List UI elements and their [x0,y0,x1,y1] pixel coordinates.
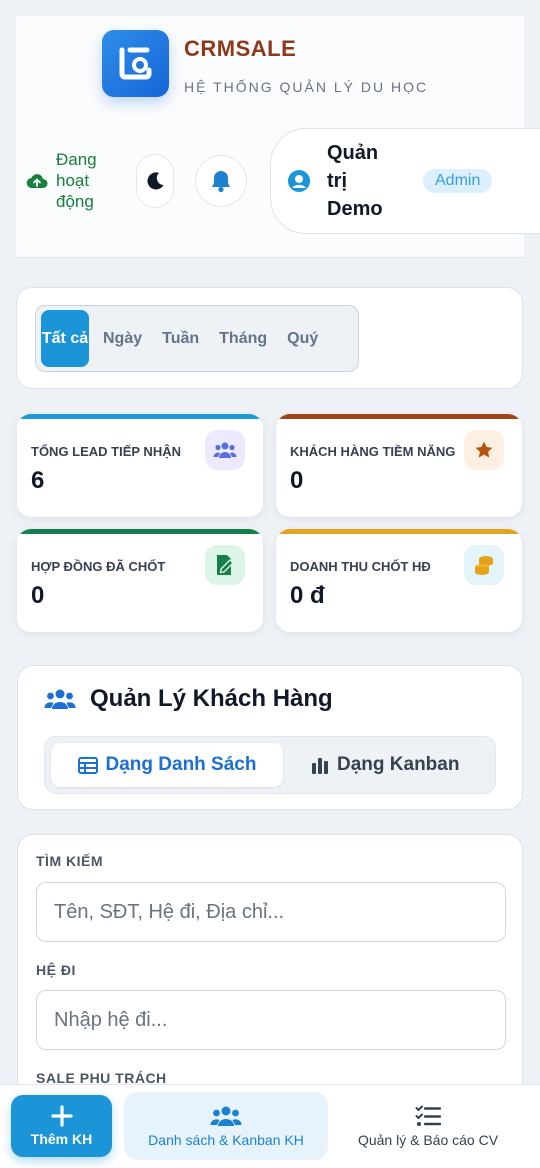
status-text: Đang hoạt động [56,150,97,211]
kanban-view-button[interactable]: Dạng Kanban [311,743,459,787]
search-input[interactable] [36,882,506,942]
bar-chart-icon [312,757,328,774]
checklist-icon [415,1105,441,1126]
stat-revenue: DOANH THU CHỐT HĐ 0 đ [276,529,522,632]
customer-management-card: Quản Lý Khách Hàng Dạng Danh Sách Dạng K… [17,665,523,810]
contract-icon [205,545,245,585]
stat-label: TỔNG LEAD TIẾP NHẬN [31,444,181,459]
time-filter-card: Tất cả Ngày Tuần Tháng Quý [16,287,523,389]
tab-quarter[interactable]: Quý [277,330,328,348]
brand-name: CRMSALE [184,36,297,61]
user-circle-icon [288,170,310,192]
study-system-input[interactable] [36,990,506,1050]
bottom-navigation: Thêm KH Danh sách & Kanban KH Quản lý & … [0,1084,540,1168]
plus-icon [50,1105,73,1127]
kanban-view-label: Dạng Kanban [337,754,460,775]
stat-potential-customers: KHÁCH HÀNG TIỀM NĂNG 0 [276,414,522,517]
stat-label: KHÁCH HÀNG TIỀM NĂNG [290,444,456,459]
users-icon [44,689,76,709]
nav-customer-list-label: Danh sách & Kanban KH [148,1131,304,1148]
app-header: CRMSALE HỆ THỐNG QUẢN LÝ DU HỌC Đang hoạ… [16,16,540,258]
nav-reports[interactable]: Quản lý & Báo cáo CV [340,1092,516,1160]
user-profile-card[interactable]: Quản trị Demo Admin [270,128,540,234]
tab-all[interactable]: Tất cả [41,310,89,367]
add-customer-button[interactable]: Thêm KH [11,1095,112,1157]
section-title: Quản Lý Khách Hàng [90,685,333,712]
list-view-label: Dạng Danh Sách [105,754,257,775]
time-filter-tabs: Tất cả Ngày Tuần Tháng Quý [35,305,359,372]
star-icon [464,430,504,470]
bell-icon [212,171,230,193]
stat-value: 6 [31,467,45,494]
online-status: Đang hoạt động [26,149,116,212]
stat-closed-contracts: HỢP ĐỒNG ĐÃ CHỐT 0 [17,529,263,632]
stat-value: 0 [290,467,304,494]
stat-label: HỢP ĐỒNG ĐÃ CHỐT [31,559,166,574]
dark-mode-toggle[interactable] [136,154,174,208]
tab-month[interactable]: Tháng [209,330,277,348]
users-icon [210,1106,242,1126]
nav-reports-label: Quản lý & Báo cáo CV [357,1131,499,1148]
user-name: Quản trị Demo [327,142,383,220]
view-mode-toggle: Dạng Danh Sách Dạng Kanban [44,736,496,794]
tab-week[interactable]: Tuần [152,330,209,348]
nav-customer-list[interactable]: Danh sách & Kanban KH [124,1092,328,1160]
stat-label: DOANH THU CHỐT HĐ [290,559,431,574]
list-view-button[interactable]: Dạng Danh Sách [51,743,283,787]
stat-value: 0 đ [290,582,325,609]
notifications-button[interactable] [195,155,247,207]
stat-total-leads: TỔNG LEAD TIẾP NHẬN 6 [17,414,263,517]
system-label: HỆ ĐI [36,962,76,978]
table-list-icon [77,756,98,774]
stat-value: 0 [31,582,45,609]
coins-icon [464,545,504,585]
app-logo[interactable] [102,30,169,97]
brand-subtitle: HỆ THỐNG QUẢN LÝ DU HỌC [184,79,429,95]
cloud-upload-icon [26,173,48,188]
role-badge: Admin [423,169,493,193]
users-icon [205,430,245,470]
moon-icon [147,172,164,190]
tab-day[interactable]: Ngày [89,330,152,348]
add-customer-label: Thêm KH [30,1131,93,1147]
search-label: TÌM KIẾM [36,853,103,869]
